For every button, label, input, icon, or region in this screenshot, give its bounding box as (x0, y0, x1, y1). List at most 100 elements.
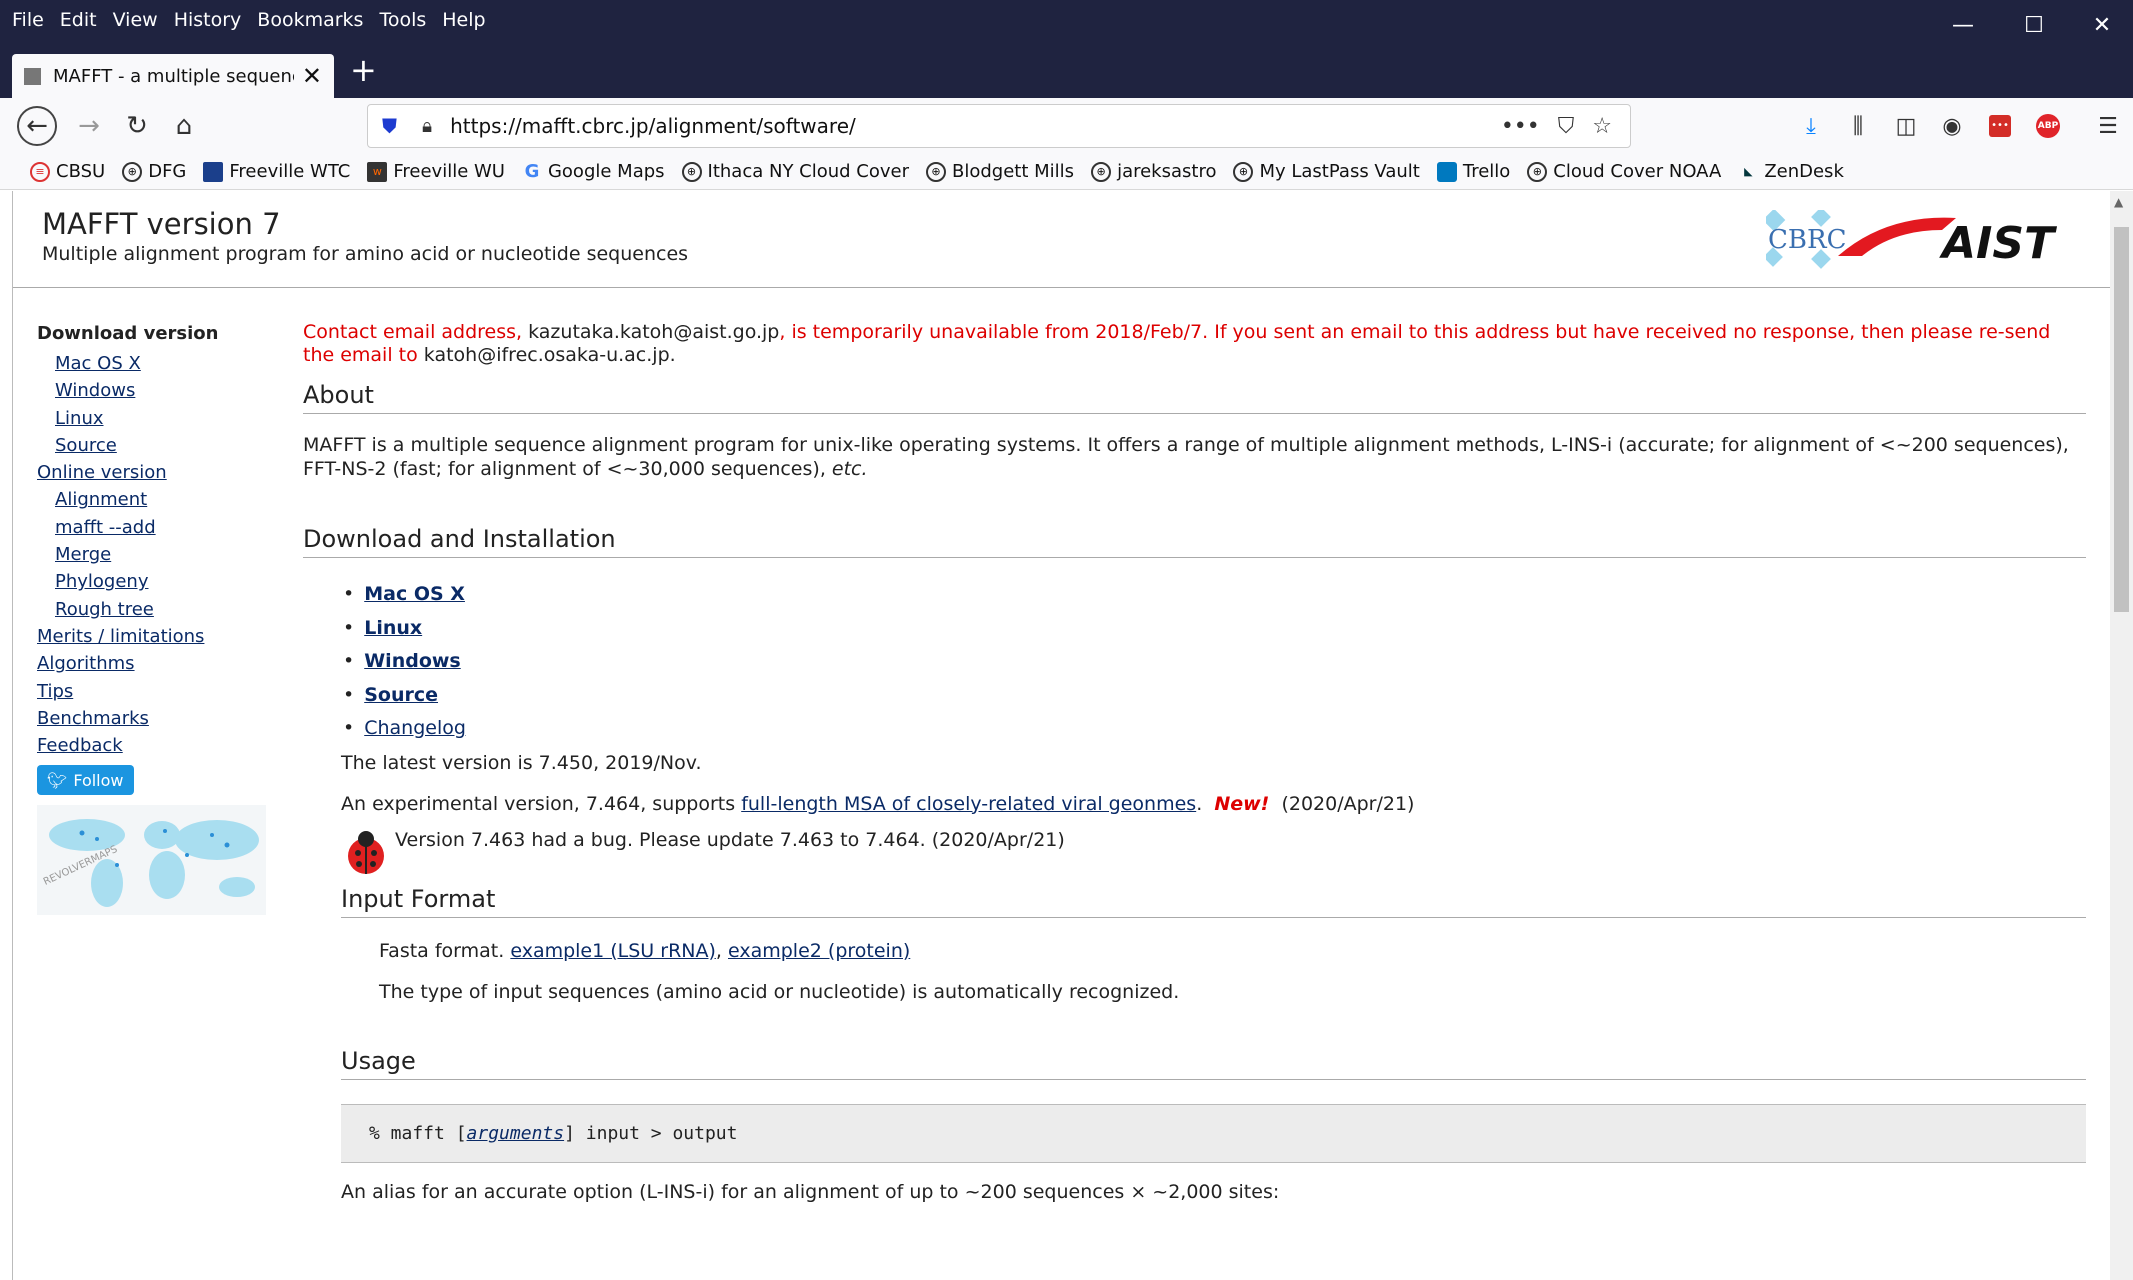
sidebar-item-merge[interactable]: Merge (37, 541, 282, 568)
bookmark-freeville-wu[interactable]: w Freeville WU (367, 161, 505, 182)
menu-icon[interactable]: ☰ (2090, 108, 2126, 144)
zendesk-icon: ◣ (1744, 165, 1753, 178)
sidebar-item-alignment[interactable]: Alignment (37, 486, 282, 513)
bookmark-trello[interactable]: Trello (1436, 161, 1510, 182)
address-bar[interactable]: ⛊ 🔒︎ https://mafft.cbrc.jp/alignment/sof… (367, 104, 1631, 148)
email-notice: Contact email address, kazutaka.katoh@ai… (303, 321, 2086, 367)
scrollbar-thumb[interactable] (2114, 227, 2129, 612)
old-email: kazutaka.katoh@aist.go.jp (528, 321, 780, 343)
bookmark-cbsu[interactable]: ≡ CBSU (30, 161, 105, 182)
revolver-map[interactable]: REVOLVERMAPS (37, 805, 266, 916)
sidebar-item-online-version[interactable]: Online version (37, 459, 282, 486)
new-tab-button[interactable]: + (350, 51, 377, 89)
maximize-button[interactable]: ☐ (2012, 10, 2056, 40)
tab-strip: MAFFT - a multiple sequence a ✕ (0, 46, 2133, 98)
menu-file[interactable]: File (12, 9, 44, 31)
menu-help[interactable]: Help (442, 9, 485, 31)
download-source-link[interactable]: Source (364, 684, 438, 706)
forward-button[interactable]: → (69, 106, 109, 146)
account-icon[interactable]: ◉ (1934, 108, 1970, 144)
bookmark-label: ZenDesk (1764, 161, 1844, 182)
changelog-link[interactable]: Changelog (364, 717, 466, 739)
title-bar: File Edit View History Bookmarks Tools H… (0, 0, 2133, 46)
menu-tools[interactable]: Tools (379, 9, 426, 31)
sidebar-item-macosx[interactable]: Mac OS X (37, 350, 282, 377)
sidebar-item-tips[interactable]: Tips (37, 678, 282, 705)
about-etc: etc. (831, 458, 868, 480)
download-macosx-link[interactable]: Mac OS X (364, 583, 465, 605)
trello-icon (1436, 161, 1457, 182)
twitter-follow-button[interactable]: 🐦︎ Follow (37, 765, 134, 796)
sidebar-item-merits[interactable]: Merits / limitations (37, 623, 282, 650)
home-button[interactable]: ⌂ (164, 106, 204, 146)
sidebar-item-rough-tree[interactable]: Rough tree (37, 596, 282, 623)
close-window-button[interactable]: ✕ (2080, 10, 2124, 40)
download-linux-link[interactable]: Linux (364, 617, 422, 639)
new-badge: New! (1214, 792, 1270, 815)
download-windows-link[interactable]: Windows (364, 650, 461, 672)
sidebar-item-mafft-add[interactable]: mafft --add (37, 514, 282, 541)
menu-edit[interactable]: Edit (60, 9, 97, 31)
bookmark-ithaca-cloud[interactable]: ⊕ Ithaca NY Cloud Cover (681, 161, 909, 182)
minimize-button[interactable]: — (1941, 10, 1985, 40)
reload-button[interactable]: ↻ (117, 106, 157, 146)
wunderground-icon: w (367, 161, 388, 182)
about-text: MAFFT is a multiple sequence alignment p… (303, 433, 2086, 481)
usage-code-block: % mafft [arguments] input > output (341, 1103, 2086, 1163)
globe-icon: ⊕ (1527, 161, 1548, 182)
globe-icon: ⊕ (681, 161, 702, 182)
experimental-period: . (1196, 792, 1203, 815)
page-actions-icon[interactable]: ••• (1501, 114, 1540, 139)
sidebar-icon[interactable]: ◫ (1888, 108, 1924, 144)
new-email: katoh@ifrec.osaka-u.ac.jp. (423, 344, 676, 366)
viral-msa-link[interactable]: full-length MSA of closely-related viral… (741, 793, 1196, 815)
globe-icon: ⊕ (1233, 161, 1254, 182)
scroll-up-icon[interactable]: ▲ (2114, 195, 2123, 209)
bookmark-google-maps[interactable]: G Google Maps (522, 161, 665, 182)
bookmark-zendesk[interactable]: ◣ ZenDesk (1738, 161, 1844, 182)
page-content: MAFFT version 7 Multiple alignment progr… (12, 191, 2110, 1280)
download-heading: Download and Installation (303, 525, 2086, 558)
sidebar-item-phylogeny[interactable]: Phylogeny (37, 568, 282, 595)
page-scrollbar[interactable]: ▲ (2110, 191, 2133, 1280)
lock-icon[interactable]: 🔒︎ (422, 115, 432, 137)
download-icon[interactable]: ⤓ (1793, 108, 1829, 144)
follow-label: Follow (73, 770, 124, 790)
bookmark-blodgett-mills[interactable]: ⊕ Blodgett Mills (926, 161, 1074, 182)
tracking-shield-icon[interactable]: ⛊ (382, 114, 404, 138)
back-button[interactable]: ← (17, 106, 57, 146)
sidebar-item-benchmarks[interactable]: Benchmarks (37, 705, 282, 732)
library-icon[interactable]: ⫼ (1840, 108, 1876, 144)
bookmark-cloud-cover-noaa[interactable]: ⊕ Cloud Cover NOAA (1527, 161, 1721, 182)
bookmark-lastpass-vault[interactable]: ⊕ My LastPass Vault (1233, 161, 1420, 182)
main-content: Contact email address, kazutaka.katoh@ai… (303, 321, 2086, 1203)
bookmark-freeville-wtc[interactable]: Freeville WTC (203, 161, 350, 182)
menu-view[interactable]: View (113, 9, 158, 31)
cbsu-icon: ≡ (30, 161, 50, 182)
bookmark-label: Freeville WU (393, 161, 505, 182)
sidebar-item-source[interactable]: Source (37, 432, 282, 459)
adblock-icon[interactable]: ABP (2030, 108, 2066, 144)
bookmark-star-icon[interactable]: ☆ (1592, 114, 1612, 139)
menu-bookmarks[interactable]: Bookmarks (257, 9, 363, 31)
example2-link[interactable]: example2 (protein) (728, 940, 910, 962)
menu-history[interactable]: History (174, 9, 242, 31)
about-description: MAFFT is a multiple sequence alignment p… (303, 434, 2069, 480)
list-item: Source (343, 679, 2086, 713)
sidebar-item-windows[interactable]: Windows (37, 377, 282, 404)
pocket-icon[interactable]: ⛉ (1558, 114, 1575, 139)
sidebar-item-linux[interactable]: Linux (37, 405, 282, 432)
bookmark-jareksastro[interactable]: ⊕ jareksastro (1091, 161, 1216, 182)
globe-icon: ⊕ (122, 161, 143, 182)
tab-mafft[interactable]: MAFFT - a multiple sequence a ✕ (12, 54, 334, 98)
lastpass-icon[interactable]: ••• (1982, 108, 2018, 144)
sidebar-item-feedback[interactable]: Feedback (37, 732, 282, 759)
bookmark-dfg[interactable]: ⊕ DFG (122, 161, 186, 182)
sidebar-item-algorithms[interactable]: Algorithms (37, 650, 282, 677)
arguments-link[interactable]: arguments (467, 1123, 565, 1144)
tab-close-icon[interactable]: ✕ (302, 62, 322, 90)
bookmark-label: Cloud Cover NOAA (1553, 161, 1722, 182)
example1-link[interactable]: example1 (LSU rRNA) (510, 940, 716, 962)
url-text[interactable]: https://mafft.cbrc.jp/alignment/software… (450, 114, 1501, 138)
list-item: Windows (343, 645, 2086, 679)
